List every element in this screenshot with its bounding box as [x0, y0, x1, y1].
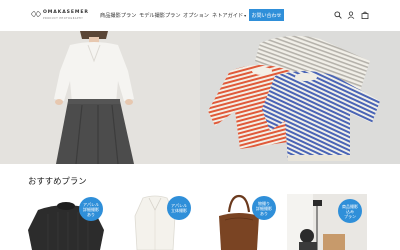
nav-item-label: 商品撮影プラン: [100, 13, 137, 19]
nav-item-product-photo-plan[interactable]: 商品撮影プラン: [100, 12, 136, 19]
plan-badge: アパレル 詳細撮影 あり: [79, 197, 103, 221]
site-header: OMAKASEMER PRODUCT PHOTOGRAPHY 商品撮影プラン モ…: [0, 0, 400, 31]
logo-wordmark: OMAKASEMER: [43, 10, 89, 15]
search-icon[interactable]: [334, 11, 342, 19]
nav-item-options[interactable]: オプション: [183, 12, 209, 19]
user-icon[interactable]: [347, 11, 355, 19]
plan-badge: 商品撮影 込み プラン: [338, 199, 362, 223]
shopping-bag-icon[interactable]: [361, 11, 369, 19]
nav-item-model-photo-plan[interactable]: モデル撮影プラン: [139, 12, 181, 19]
badge-line: あり: [260, 210, 268, 216]
plan-badge: 物撮り 詳細撮影 あり: [252, 196, 276, 220]
badge-line: プラン: [344, 213, 356, 219]
chevron-down-icon: ▾: [244, 13, 247, 18]
nav-item-label: オプション: [183, 13, 209, 19]
nav-item-guide[interactable]: ネトアガイド▾: [212, 12, 246, 19]
hero-model-image: [0, 31, 200, 164]
badge-line: 立体撮影: [171, 208, 187, 213]
site-logo[interactable]: OMAKASEMER PRODUCT PHOTOGRAPHY: [31, 8, 91, 23]
badge-line: あり: [87, 211, 95, 217]
plan-badge: アパレル 立体撮影: [167, 196, 191, 220]
hero-banner[interactable]: [0, 31, 400, 164]
contact-button[interactable]: お問い合わせ: [249, 9, 284, 21]
plan-card-photo-studio[interactable]: 商品撮影 込み プラン: [287, 194, 367, 250]
logo-tagline: PRODUCT PHOTOGRAPHY: [43, 17, 84, 20]
plan-card-leather-bag[interactable]: 物撮り 詳細撮影 あり: [201, 194, 281, 250]
nav-item-label: ネトアガイド: [212, 13, 244, 19]
nav-item-label: モデル撮影プラン: [139, 13, 181, 19]
recommended-plans-heading: おすすめプラン: [28, 176, 87, 186]
logo-mark-icon: [31, 11, 41, 17]
plan-card-white-blouse[interactable]: アパレル 立体撮影: [115, 194, 195, 250]
hero-sweater-image: [200, 31, 400, 164]
plan-card-black-sweater[interactable]: アパレル 詳細撮影 あり: [28, 194, 108, 250]
